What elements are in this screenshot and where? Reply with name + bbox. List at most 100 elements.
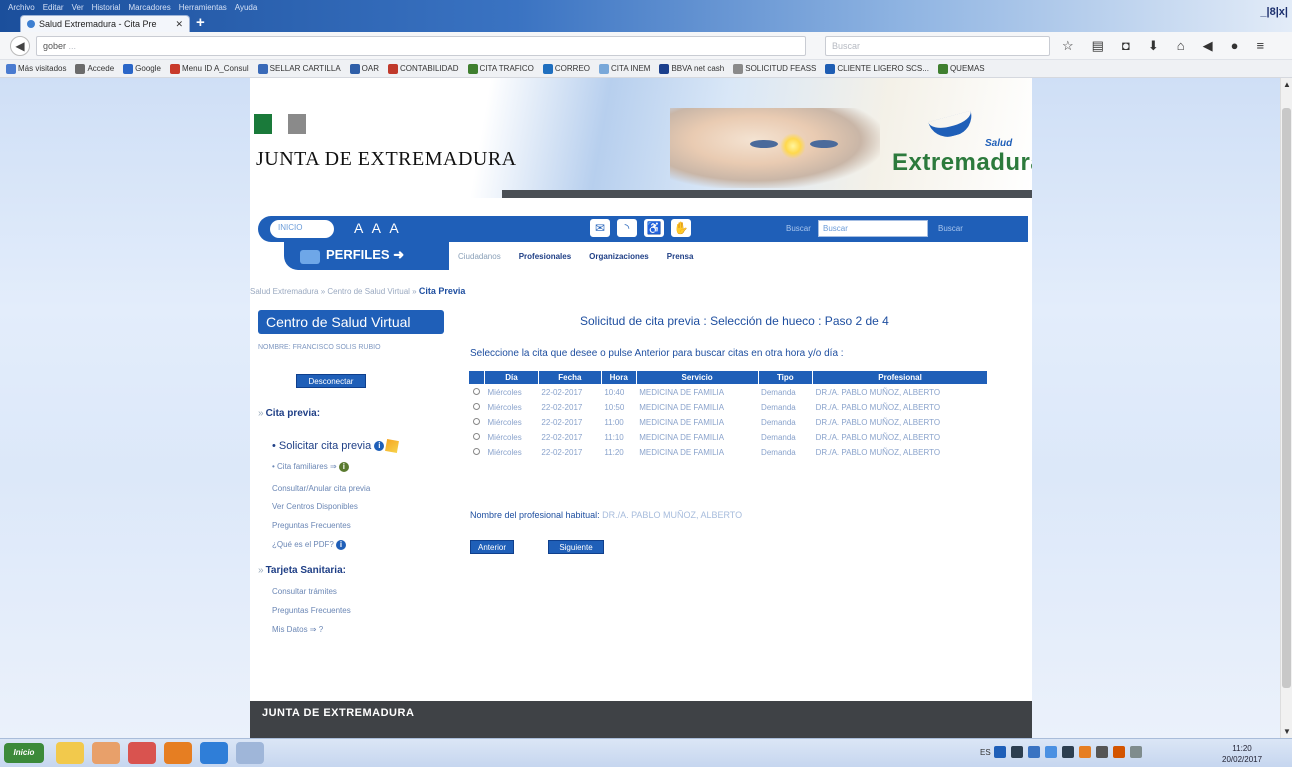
back-icon[interactable]: ◀ bbox=[10, 36, 30, 56]
font-size-controls[interactable]: A A A bbox=[354, 220, 402, 236]
scroll-thumb[interactable] bbox=[1282, 108, 1291, 688]
tray-app-icon[interactable] bbox=[994, 746, 1006, 758]
table-row[interactable]: Miércoles 22-02-2017 11:10 MEDICINA DE FAMI… bbox=[469, 430, 988, 445]
url-bar[interactable]: gober ... bbox=[36, 36, 806, 56]
cita-familiares-link[interactable]: • Cita familiares ⇒ i bbox=[272, 462, 349, 472]
menu-historial[interactable]: Historial bbox=[92, 3, 121, 12]
tray-app-icon[interactable] bbox=[1011, 746, 1023, 758]
profile-organizaciones[interactable]: Organizaciones bbox=[589, 252, 649, 261]
share-icon[interactable]: ◀ bbox=[1203, 38, 1213, 54]
sign-language-icon[interactable]: ✋ bbox=[669, 217, 693, 239]
tray-network-icon[interactable] bbox=[1045, 746, 1057, 758]
explorer-folder-icon[interactable] bbox=[56, 742, 84, 764]
tray-app-icon[interactable] bbox=[1062, 746, 1074, 758]
account-icon[interactable]: ● bbox=[1231, 38, 1239, 54]
solicitar-cita-link[interactable]: • Solicitar cita previa i bbox=[272, 439, 400, 454]
siguiente-button[interactable]: Siguiente bbox=[548, 540, 604, 554]
mis-datos-link[interactable]: Mis Datos ⇒ ? bbox=[272, 625, 323, 634]
menu-editar[interactable]: Editar bbox=[43, 3, 64, 12]
bookmark-item[interactable]: Google bbox=[123, 63, 161, 74]
tray-shield-icon[interactable] bbox=[1028, 746, 1040, 758]
bookmark-item[interactable]: CLIENTE LIGERO SCS... bbox=[825, 63, 929, 74]
table-row[interactable]: Miércoles 22-02-2017 11:20 MEDICINA DE FAMI… bbox=[469, 445, 988, 460]
tray-app-icon[interactable] bbox=[1113, 746, 1125, 758]
window-controls[interactable]: _|8|x| bbox=[1260, 6, 1288, 18]
select-radio[interactable] bbox=[473, 417, 480, 425]
select-radio[interactable] bbox=[473, 402, 480, 410]
accessibility-icon[interactable]: ♿ bbox=[642, 217, 666, 239]
breadcrumb-previous[interactable]: Salud Extremadura » Centro de Salud Virt… bbox=[250, 287, 417, 296]
media-player-icon[interactable] bbox=[92, 742, 120, 764]
perfiles-tab[interactable]: PERFILES ➜ bbox=[284, 242, 449, 270]
select-radio[interactable] bbox=[473, 387, 480, 395]
bookmark-item[interactable]: SOLICITUD FEASS bbox=[733, 63, 817, 74]
ver-centros-link[interactable]: Ver Centros Disponibles bbox=[272, 502, 358, 511]
header-eye-right bbox=[810, 140, 838, 148]
pocket-icon[interactable]: ◘ bbox=[1122, 38, 1130, 54]
table-row[interactable]: Miércoles 22-02-2017 11:00 MEDICINA DE FAMI… bbox=[469, 415, 988, 430]
bookmark-item[interactable]: OAR bbox=[349, 63, 379, 74]
internet-explorer-icon[interactable] bbox=[200, 742, 228, 764]
profile-ciudadanos[interactable]: Ciudadanos bbox=[458, 252, 501, 261]
hamburger-menu-icon[interactable]: ≡ bbox=[1256, 38, 1264, 54]
mail-icon[interactable]: ✉ bbox=[588, 217, 612, 239]
extremadura-logo[interactable]: Extremadura bbox=[892, 149, 1032, 177]
bookmark-item[interactable]: CITA INEM bbox=[599, 63, 650, 74]
menu-ayuda[interactable]: Ayuda bbox=[235, 3, 258, 12]
bookmark-item[interactable]: Accede bbox=[75, 63, 114, 74]
reading-list-icon[interactable]: ▤ bbox=[1092, 38, 1104, 54]
download-icon[interactable]: ⬇ bbox=[1148, 38, 1159, 54]
taskbar-clock[interactable]: 11:20 20/02/2017 bbox=[1222, 743, 1262, 765]
menu-ver[interactable]: Ver bbox=[72, 3, 84, 12]
menu-archivo[interactable]: Archivo bbox=[8, 3, 35, 12]
que-es-link[interactable]: ¿Qué es el PDF? i bbox=[272, 540, 347, 550]
info-icon[interactable]: i bbox=[374, 441, 385, 452]
tray-app-icon[interactable] bbox=[1079, 746, 1091, 758]
menu-herramientas[interactable]: Herramientas bbox=[179, 3, 227, 12]
site-search-button[interactable]: Buscar bbox=[938, 224, 963, 233]
scroll-down-icon[interactable]: ▼ bbox=[1283, 727, 1291, 736]
vertical-scrollbar[interactable]: ▲ ▼ bbox=[1280, 78, 1292, 738]
tray-app-icon[interactable] bbox=[1130, 746, 1142, 758]
info-icon[interactable]: i bbox=[336, 540, 347, 550]
start-button[interactable]: Inicio bbox=[4, 743, 44, 763]
table-row[interactable]: Miércoles 22-02-2017 10:50 MEDICINA DE FAMI… bbox=[469, 400, 988, 415]
bookmark-item[interactable]: CORREO bbox=[542, 63, 590, 74]
select-radio[interactable] bbox=[473, 432, 480, 440]
select-radio[interactable] bbox=[473, 447, 480, 455]
firefox-icon[interactable] bbox=[164, 742, 192, 764]
inicio-button[interactable]: INICIO bbox=[270, 220, 334, 238]
home-icon[interactable]: ⌂ bbox=[1177, 38, 1185, 54]
preguntas-frecuentes-link[interactable]: Preguntas Frecuentes bbox=[272, 521, 351, 530]
chrome-icon[interactable] bbox=[128, 742, 156, 764]
bookmark-item[interactable]: CONTABILIDAD bbox=[388, 63, 459, 74]
site-search-input[interactable]: Buscar bbox=[818, 220, 928, 237]
bookmark-item[interactable]: Más visitados bbox=[6, 63, 66, 74]
info-green-icon[interactable]: i bbox=[338, 462, 349, 472]
rss-icon[interactable]: ◝ bbox=[615, 217, 639, 239]
preguntas-frecuentes-2-link[interactable]: Preguntas Frecuentes bbox=[272, 606, 351, 615]
menu-marcadores[interactable]: Marcadores bbox=[129, 3, 171, 12]
bookmark-item[interactable]: QUEMAS bbox=[937, 63, 985, 74]
new-tab-icon[interactable]: + bbox=[196, 14, 205, 31]
language-indicator[interactable]: ES bbox=[980, 748, 991, 757]
volume-icon[interactable] bbox=[1096, 746, 1108, 758]
bookmark-star-icon[interactable]: ☆ bbox=[1062, 38, 1074, 54]
profile-prensa[interactable]: Prensa bbox=[667, 252, 694, 261]
browser-tab[interactable]: Salud Extremadura - Cita Pre ✕ bbox=[20, 15, 190, 32]
consultar-anular-link[interactable]: Consultar/Anular cita previa bbox=[272, 484, 370, 493]
bookmark-item[interactable]: CITA TRAFICO bbox=[467, 63, 534, 74]
bookmark-label: SOLICITUD FEASS bbox=[745, 63, 817, 73]
table-row[interactable]: Miércoles 22-02-2017 10:40 MEDICINA DE FAMI… bbox=[469, 385, 988, 400]
bookmark-item[interactable]: Menu ID A_Consul bbox=[169, 63, 249, 74]
close-tab-icon[interactable]: ✕ bbox=[175, 19, 183, 30]
bookmark-item[interactable]: SELLAR CARTILLA bbox=[257, 63, 341, 74]
desconectar-button[interactable]: Desconectar bbox=[296, 374, 366, 388]
anterior-button[interactable]: Anterior bbox=[470, 540, 514, 554]
consultar-tramites-link[interactable]: Consultar trámites bbox=[272, 587, 337, 596]
profile-profesionales[interactable]: Profesionales bbox=[519, 252, 571, 261]
bookmark-item[interactable]: BBVA net cash bbox=[659, 63, 724, 74]
document-icon[interactable] bbox=[236, 742, 264, 764]
scroll-up-icon[interactable]: ▲ bbox=[1283, 80, 1291, 89]
browser-search-input[interactable]: Buscar bbox=[825, 36, 1050, 56]
